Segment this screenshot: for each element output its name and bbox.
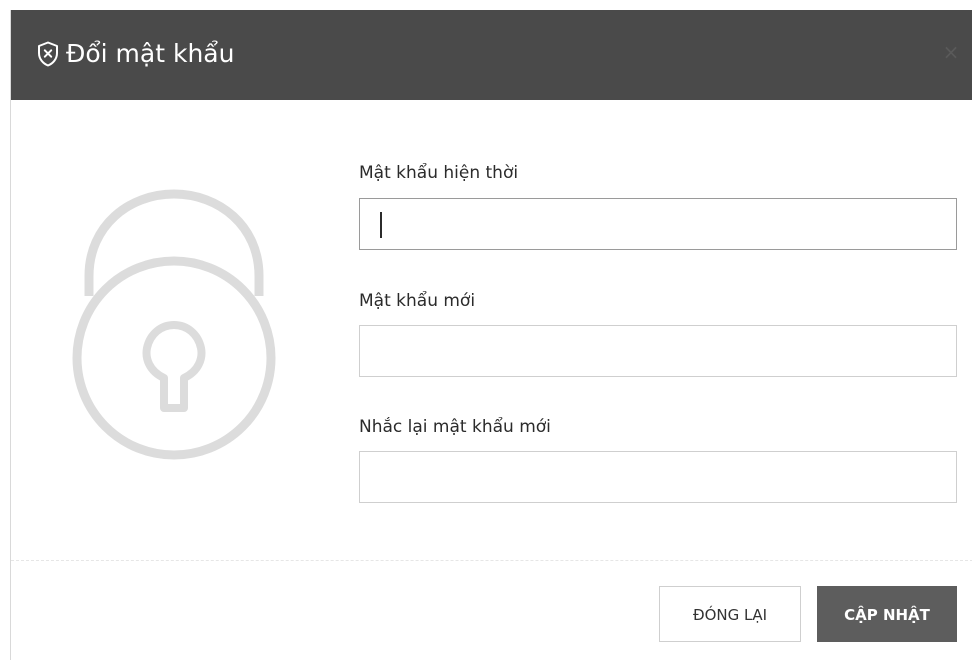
confirm-password-label: Nhắc lại mật khẩu mới <box>359 417 551 437</box>
close-icon[interactable]: × <box>939 40 963 64</box>
current-password-label: Mật khẩu hiện thời <box>359 163 519 183</box>
shield-x-icon <box>37 41 59 67</box>
text-caret <box>380 212 382 238</box>
update-button[interactable]: CẬP NHẬT <box>817 586 957 642</box>
dialog-title: Đổi mật khẩu <box>66 39 235 68</box>
confirm-password-input[interactable] <box>359 451 957 503</box>
current-password-input[interactable] <box>359 198 957 250</box>
footer-divider <box>11 560 972 561</box>
dialog-header: Đổi mật khẩu × <box>11 10 972 100</box>
padlock-icon <box>71 188 277 464</box>
change-password-dialog: Đổi mật khẩu × Mật khẩu hiện thời Mật kh… <box>10 10 972 660</box>
close-button[interactable]: ĐÓNG LẠI <box>659 586 801 642</box>
new-password-label: Mật khẩu mới <box>359 291 476 311</box>
new-password-input[interactable] <box>359 325 957 377</box>
